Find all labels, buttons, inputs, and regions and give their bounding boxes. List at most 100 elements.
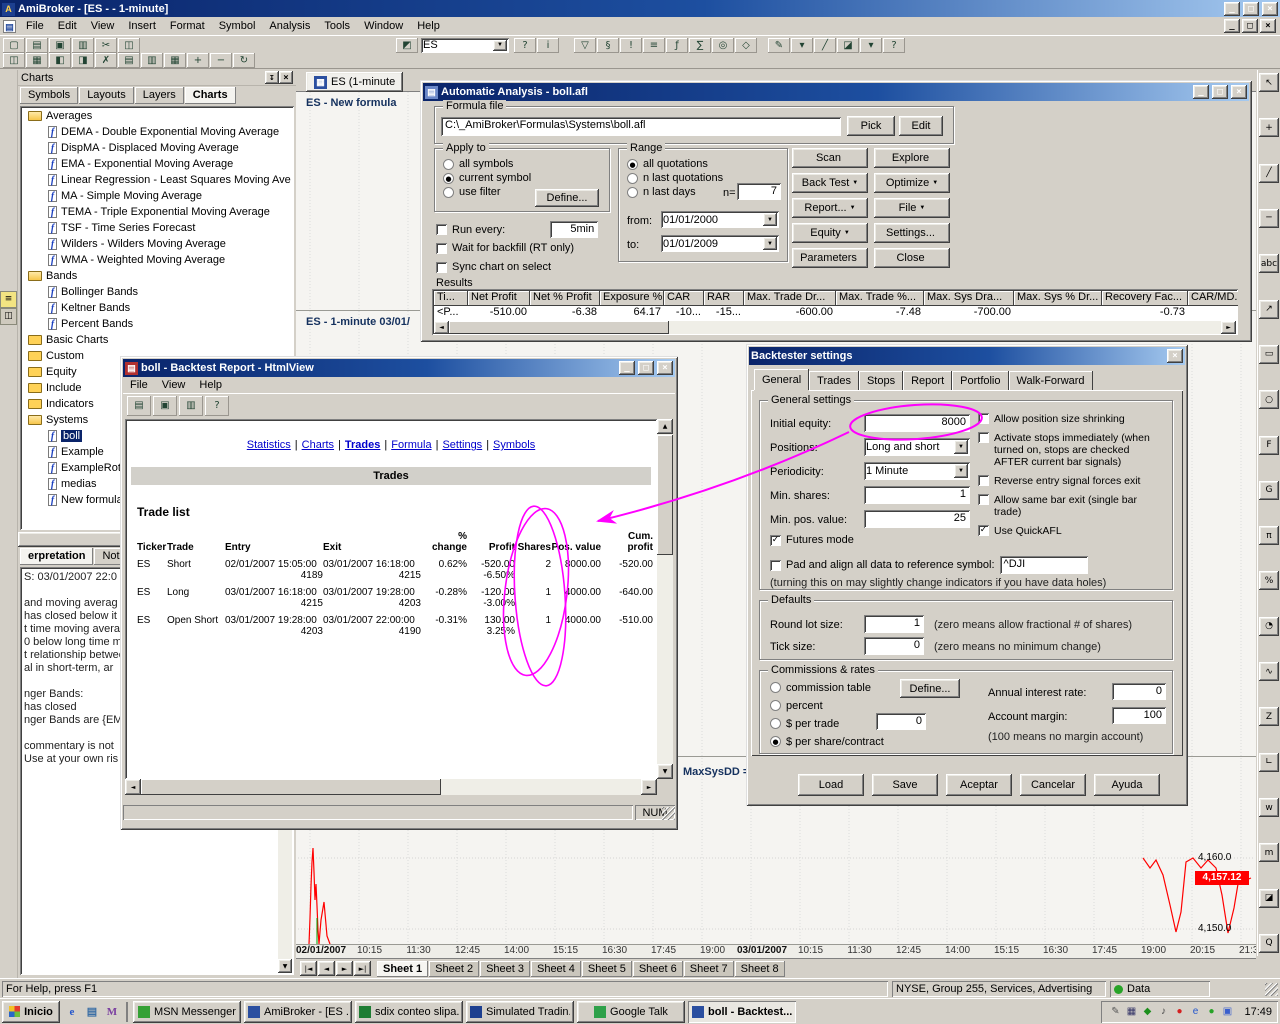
- pencil-menu-icon[interactable]: ▾: [791, 38, 813, 53]
- info-icon[interactable]: i: [537, 38, 559, 53]
- settings-tab[interactable]: Walk-Forward: [1009, 371, 1093, 390]
- report-close-icon[interactable]: ×: [657, 361, 673, 375]
- settings-checkbox[interactable]: ✓: [978, 525, 989, 536]
- tree-item[interactable]: Linear Regression - Least Squares Moving…: [22, 172, 292, 188]
- aa-action-button[interactable]: Close: [874, 248, 950, 268]
- tree-item[interactable]: WMA - Weighted Moving Average: [22, 252, 292, 268]
- elliott-w-tool-icon[interactable]: w: [1259, 798, 1279, 817]
- results-column-header[interactable]: Max. Trade Dr...: [744, 291, 836, 306]
- radio-button[interactable]: ●: [627, 159, 638, 170]
- results-column-header[interactable]: Net Profit: [468, 291, 530, 306]
- copy-icon[interactable]: ◫: [118, 38, 140, 53]
- results-cell[interactable]: [1188, 306, 1238, 321]
- tray-browser-icon[interactable]: e: [1187, 1004, 1203, 1020]
- sheet-tab[interactable]: Sheet 2: [429, 961, 479, 977]
- aa-action-button[interactable]: Scan: [792, 148, 868, 168]
- fibonacci-tool-icon[interactable]: F: [1259, 436, 1279, 455]
- aa-action-button[interactable]: Optimize ▼: [874, 173, 950, 193]
- settings-tab[interactable]: Stops: [859, 371, 903, 390]
- aa-minimize-icon[interactable]: _: [1193, 85, 1209, 99]
- n-field[interactable]: 7: [737, 183, 781, 200]
- cycle-tool-icon[interactable]: ◔: [1259, 617, 1279, 636]
- tree-item[interactable]: Bands: [22, 268, 292, 284]
- last-sheet-icon[interactable]: ►|: [354, 961, 371, 976]
- tray-online-icon[interactable]: ●: [1203, 1004, 1219, 1020]
- tray-chart-icon[interactable]: ▣: [1219, 1004, 1235, 1020]
- formula-file-field[interactable]: C:\_AmiBroker\Formulas\Systems\boll.afl: [441, 117, 841, 136]
- to-date-combo[interactable]: 01/01/2009 ▼: [661, 235, 779, 252]
- menu-item[interactable]: Help: [410, 18, 447, 34]
- run-every-field[interactable]: 5min: [550, 221, 598, 238]
- gann-tool-icon[interactable]: G: [1259, 481, 1279, 500]
- tree-item[interactable]: Wilders - Wilders Moving Average: [22, 236, 292, 252]
- run-every-checkbox[interactable]: [436, 224, 447, 235]
- prev-sheet-icon[interactable]: ◄: [318, 961, 335, 976]
- tree-item[interactable]: Bollinger Bands: [22, 284, 292, 300]
- periodicity-dropdown[interactable]: 1 Minute ▼: [864, 462, 970, 480]
- periodicity-arrow-icon[interactable]: ▼: [954, 464, 968, 478]
- define-filter-button[interactable]: Define...: [535, 189, 599, 207]
- close-icon[interactable]: ×: [1262, 2, 1278, 16]
- results-column-header[interactable]: Max. Trade %...: [836, 291, 924, 306]
- radio-button[interactable]: [627, 173, 638, 184]
- scan-icon[interactable]: ◎: [712, 38, 734, 53]
- pin-icon[interactable]: ↧: [265, 71, 279, 84]
- note-tool-icon[interactable]: ≡: [1, 292, 16, 307]
- radio-button[interactable]: [627, 187, 638, 198]
- scroll-right-icon[interactable]: ►: [641, 779, 657, 795]
- tree-item[interactable]: MA - Simple Moving Average: [22, 188, 292, 204]
- tree-item[interactable]: Keltner Bands: [22, 300, 292, 316]
- zoom-out-icon[interactable]: −: [210, 53, 232, 68]
- report-nav-link[interactable]: Formula: [391, 439, 431, 451]
- results-cell[interactable]: -600.00: [744, 306, 836, 321]
- results-column-header[interactable]: Max. Sys Dra...: [924, 291, 1014, 306]
- close-window-icon[interactable]: ✗: [95, 53, 117, 68]
- dialog-button[interactable]: Cancelar: [1020, 774, 1086, 796]
- cut-icon[interactable]: ✂: [95, 38, 117, 53]
- task-button[interactable]: sdix conteo slipa...: [355, 1001, 463, 1023]
- open-icon[interactable]: ▤: [26, 38, 48, 53]
- report-nav-link[interactable]: Statistics: [247, 439, 291, 451]
- results-column-header[interactable]: CAR: [664, 291, 704, 306]
- task-button[interactable]: AmiBroker - [ES ...: [244, 1001, 352, 1023]
- from-date-combo[interactable]: 01/01/2000 ▼: [661, 211, 779, 228]
- settings-titlebar[interactable]: Backtester settings ×: [749, 347, 1185, 365]
- print-icon[interactable]: ▥: [179, 396, 203, 416]
- panel-tab[interactable]: Charts: [185, 87, 236, 104]
- report-nav-link[interactable]: Trades: [345, 439, 380, 451]
- text-tool-icon[interactable]: abc: [1259, 254, 1279, 273]
- resize-grip[interactable]: [1265, 983, 1278, 996]
- report-nav-link[interactable]: Symbols: [493, 439, 535, 451]
- pointer-tool-icon[interactable]: ↖: [1259, 73, 1279, 92]
- settings-checkbox[interactable]: [978, 475, 989, 486]
- results-cell[interactable]: <P...: [434, 306, 468, 321]
- results-cell[interactable]: -6.38: [530, 306, 600, 321]
- chart-type-icon[interactable]: ◩: [396, 38, 418, 53]
- menu-item[interactable]: Tools: [317, 18, 357, 34]
- save-icon[interactable]: ▣: [49, 38, 71, 53]
- tray-alert-icon[interactable]: ●: [1171, 1004, 1187, 1020]
- min-pos-value-field[interactable]: 25: [864, 510, 970, 528]
- start-button[interactable]: Inicio: [2, 1001, 60, 1023]
- panel-close-icon[interactable]: ×: [279, 71, 293, 84]
- percent-tool-icon[interactable]: %: [1259, 571, 1279, 590]
- auto-analysis-icon[interactable]: ∑: [689, 38, 711, 53]
- radio-button[interactable]: ●: [443, 173, 454, 184]
- settings-close-icon[interactable]: ×: [1167, 349, 1183, 363]
- scroll-left-icon[interactable]: ◄: [125, 779, 141, 795]
- menu-item[interactable]: File: [123, 377, 155, 393]
- aa-action-button[interactable]: Equity ▼: [792, 223, 868, 243]
- panel-tab[interactable]: Layers: [135, 87, 184, 104]
- tree-item[interactable]: Averages: [22, 108, 292, 124]
- aa-action-button[interactable]: Settings...: [874, 223, 950, 243]
- futures-mode-checkbox[interactable]: ✓: [770, 535, 781, 546]
- report-minimize-icon[interactable]: _: [619, 361, 635, 375]
- menu-item[interactable]: Symbol: [212, 18, 263, 34]
- settings-tab[interactable]: Report: [903, 371, 952, 390]
- menu-item[interactable]: Format: [163, 18, 212, 34]
- charts-panel-header[interactable]: Charts ↧ ×: [18, 70, 296, 86]
- results-column-header[interactable]: Ti...: [434, 291, 468, 306]
- sync-chart-checkbox[interactable]: [436, 262, 447, 273]
- tray-shield-icon[interactable]: ◆: [1139, 1004, 1155, 1020]
- settings-tab[interactable]: General: [754, 369, 809, 390]
